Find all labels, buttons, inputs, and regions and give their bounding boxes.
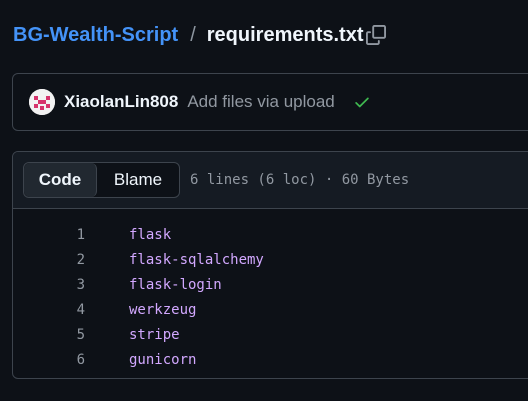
code-tab[interactable]: Code	[24, 163, 97, 197]
breadcrumb-separator: /	[190, 23, 196, 46]
code-line: 4 werkzeug	[13, 297, 528, 322]
breadcrumb: BG-Wealth-Script / requirements.txt	[13, 20, 363, 50]
copy-icon	[366, 25, 386, 45]
file-stats: 6 lines (6 loc) · 60 Bytes	[190, 172, 410, 188]
line-content: flask-sqlalchemy	[129, 251, 264, 268]
line-content: flask-login	[129, 276, 222, 293]
code-line: 5 stripe	[13, 322, 528, 347]
line-content: gunicorn	[129, 351, 197, 368]
line-number[interactable]: 3	[13, 277, 85, 293]
blame-tab[interactable]: Blame	[97, 163, 179, 197]
file-name: requirements.txt	[206, 23, 364, 46]
code-line: 1 flask	[13, 222, 528, 247]
code-line: 6 gunicorn	[13, 347, 528, 372]
line-number[interactable]: 1	[13, 227, 85, 243]
check-icon[interactable]	[353, 93, 371, 111]
avatar[interactable]	[29, 89, 55, 115]
code-line: 2 flask-sqlalchemy	[13, 247, 528, 272]
line-number[interactable]: 5	[13, 327, 85, 343]
view-toggle: Code Blame	[23, 162, 180, 198]
code-area: 1 flask 2 flask-sqlalchemy 3 flask-login…	[13, 209, 528, 372]
commit-message[interactable]: Add files via upload	[187, 92, 334, 112]
file-viewer: Code Blame 6 lines (6 loc) · 60 Bytes 1 …	[12, 151, 528, 379]
commit-author[interactable]: XiaolanLin808	[64, 92, 178, 112]
line-content: stripe	[129, 326, 180, 343]
copy-path-button[interactable]	[364, 23, 388, 47]
identicon	[29, 89, 55, 115]
line-number[interactable]: 2	[13, 252, 85, 268]
repo-link[interactable]: BG-Wealth-Script	[13, 24, 178, 47]
line-content: flask	[129, 226, 172, 243]
file-header: Code Blame 6 lines (6 loc) · 60 Bytes	[13, 152, 528, 209]
line-number[interactable]: 6	[13, 352, 85, 368]
line-content: werkzeug	[129, 301, 197, 318]
latest-commit: XiaolanLin808 Add files via upload	[12, 73, 528, 131]
line-number[interactable]: 4	[13, 302, 85, 318]
code-line: 3 flask-login	[13, 272, 528, 297]
